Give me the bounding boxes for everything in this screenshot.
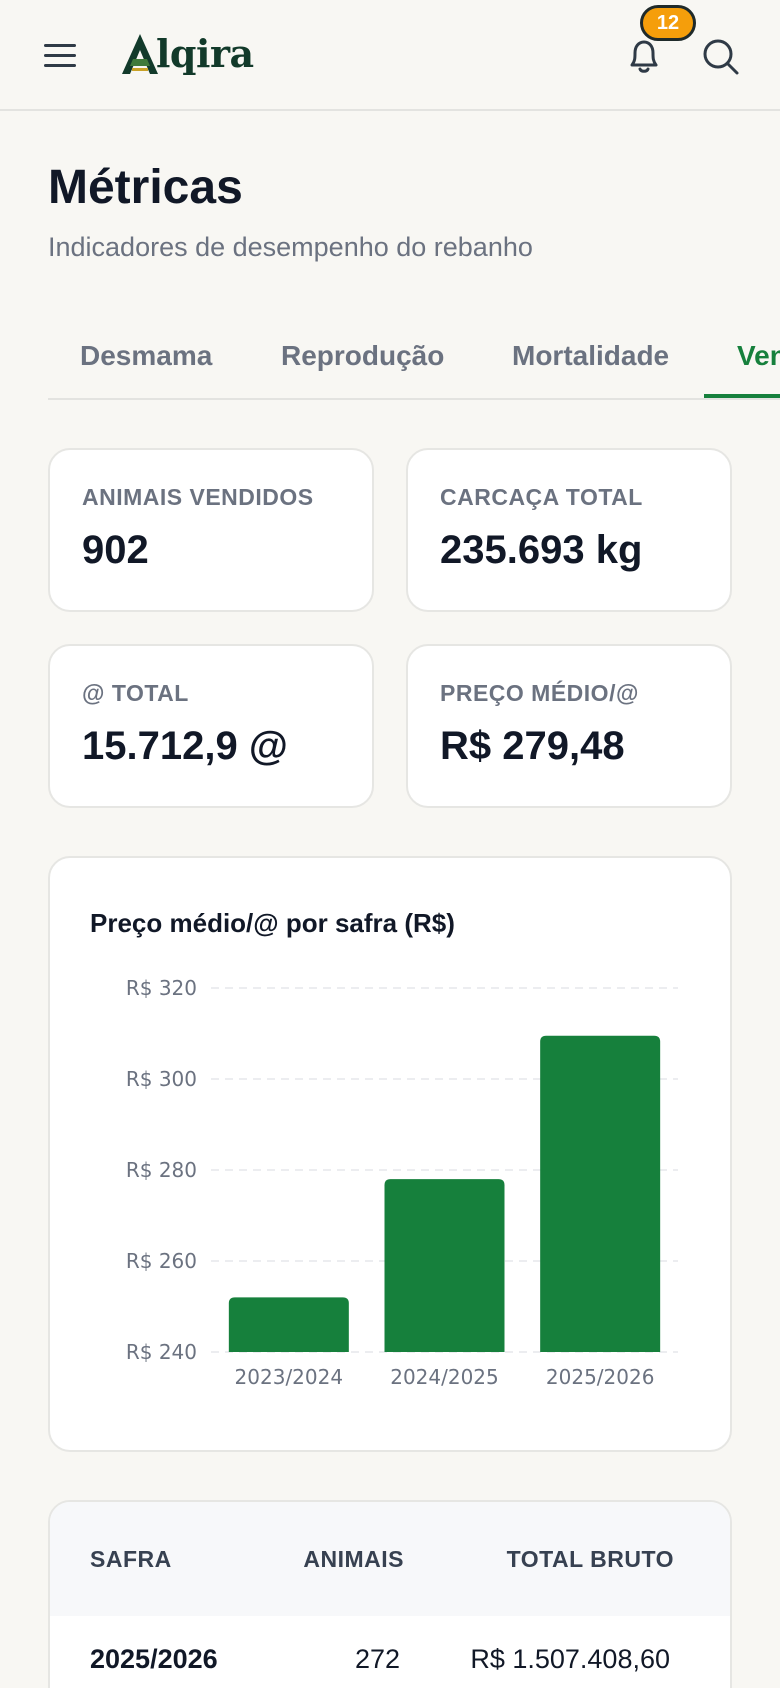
y-tick-label: R$ 280	[126, 1158, 197, 1182]
stat-label: @ TOTAL	[82, 680, 189, 706]
stat-value: R$ 279,48	[440, 724, 625, 768]
stat-value: 235.693 kg	[440, 528, 643, 572]
bar-2023-2024[interactable]	[228, 1297, 349, 1352]
column-header-animais[interactable]: ANIMAIS	[303, 1546, 404, 1573]
tab-reproducao[interactable]: Reprodução	[281, 340, 444, 372]
y-tick-label: R$ 260	[126, 1249, 197, 1273]
page-title: Métricas	[48, 161, 243, 214]
y-tick-label: R$ 240	[126, 1340, 197, 1364]
menu-icon[interactable]	[40, 36, 80, 76]
logo-text: lqira	[156, 31, 254, 76]
tab-vendas[interactable]: Vendas	[737, 340, 780, 372]
sales-table: SAFRA ANIMAIS TOTAL BRUTO 2025/2026 272 …	[48, 1500, 732, 1688]
bar-2024-2025[interactable]	[384, 1179, 505, 1352]
y-tick-label: R$ 300	[126, 1067, 197, 1091]
top-bar: lqira 12	[0, 0, 780, 111]
x-tick-label: 2025/2026	[546, 1365, 655, 1389]
notification-badge: 12	[640, 5, 696, 41]
stat-value: 902	[82, 528, 149, 572]
bar-2025-2026[interactable]	[540, 1035, 661, 1352]
search-icon	[703, 39, 739, 75]
tab-mortalidade[interactable]: Mortalidade	[512, 340, 669, 372]
search-button[interactable]	[698, 34, 742, 78]
x-tick-label: 2023/2024	[235, 1365, 344, 1389]
stat-card-animais-vendidos: ANIMAIS VENDIDOS 902	[48, 448, 374, 612]
price-chart-card: Preço médio/@ por safra (R$) R$ 240 R$ 26…	[48, 856, 732, 1452]
table-header: SAFRA ANIMAIS TOTAL BRUTO	[50, 1502, 730, 1616]
stat-card-preco-medio: PREÇO MÉDIO/@ R$ 279,48	[406, 644, 732, 808]
column-header-safra[interactable]: SAFRA	[90, 1546, 172, 1573]
stat-label: PREÇO MÉDIO/@	[440, 680, 639, 706]
stat-label: CARCAÇA TOTAL	[440, 484, 643, 510]
cell-safra: 2025/2026	[90, 1644, 218, 1674]
stat-card-arroba-total: @ TOTAL 15.712,9 @	[48, 644, 374, 808]
stat-label: ANIMAIS VENDIDOS	[82, 484, 314, 510]
cell-animais: 272	[354, 1644, 400, 1674]
tab-desmama[interactable]: Desmama	[80, 340, 212, 372]
cell-total-bruto: R$ 1.507.408,60	[470, 1644, 670, 1674]
stat-card-carcaca-total: CARCAÇA TOTAL 235.693 kg	[406, 448, 732, 612]
stat-value: 15.712,9 @	[82, 724, 288, 768]
metrics-tabs: Desmama Reprodução Mortalidade Vendas	[48, 320, 780, 400]
page-subtitle: Indicadores de desempenho do rebanho	[48, 232, 533, 262]
x-tick-label: 2024/2025	[390, 1365, 499, 1389]
logo-mark-icon	[122, 34, 158, 74]
column-header-total-bruto[interactable]: TOTAL BRUTO	[507, 1546, 674, 1573]
y-tick-label: R$ 320	[126, 976, 197, 1000]
active-tab-indicator	[704, 394, 780, 398]
price-bar-chart: R$ 240 R$ 260 R$ 280 R$ 300 R$ 320 2023/2024 2…	[126, 976, 678, 1389]
app-logo[interactable]: lqira	[120, 28, 254, 80]
